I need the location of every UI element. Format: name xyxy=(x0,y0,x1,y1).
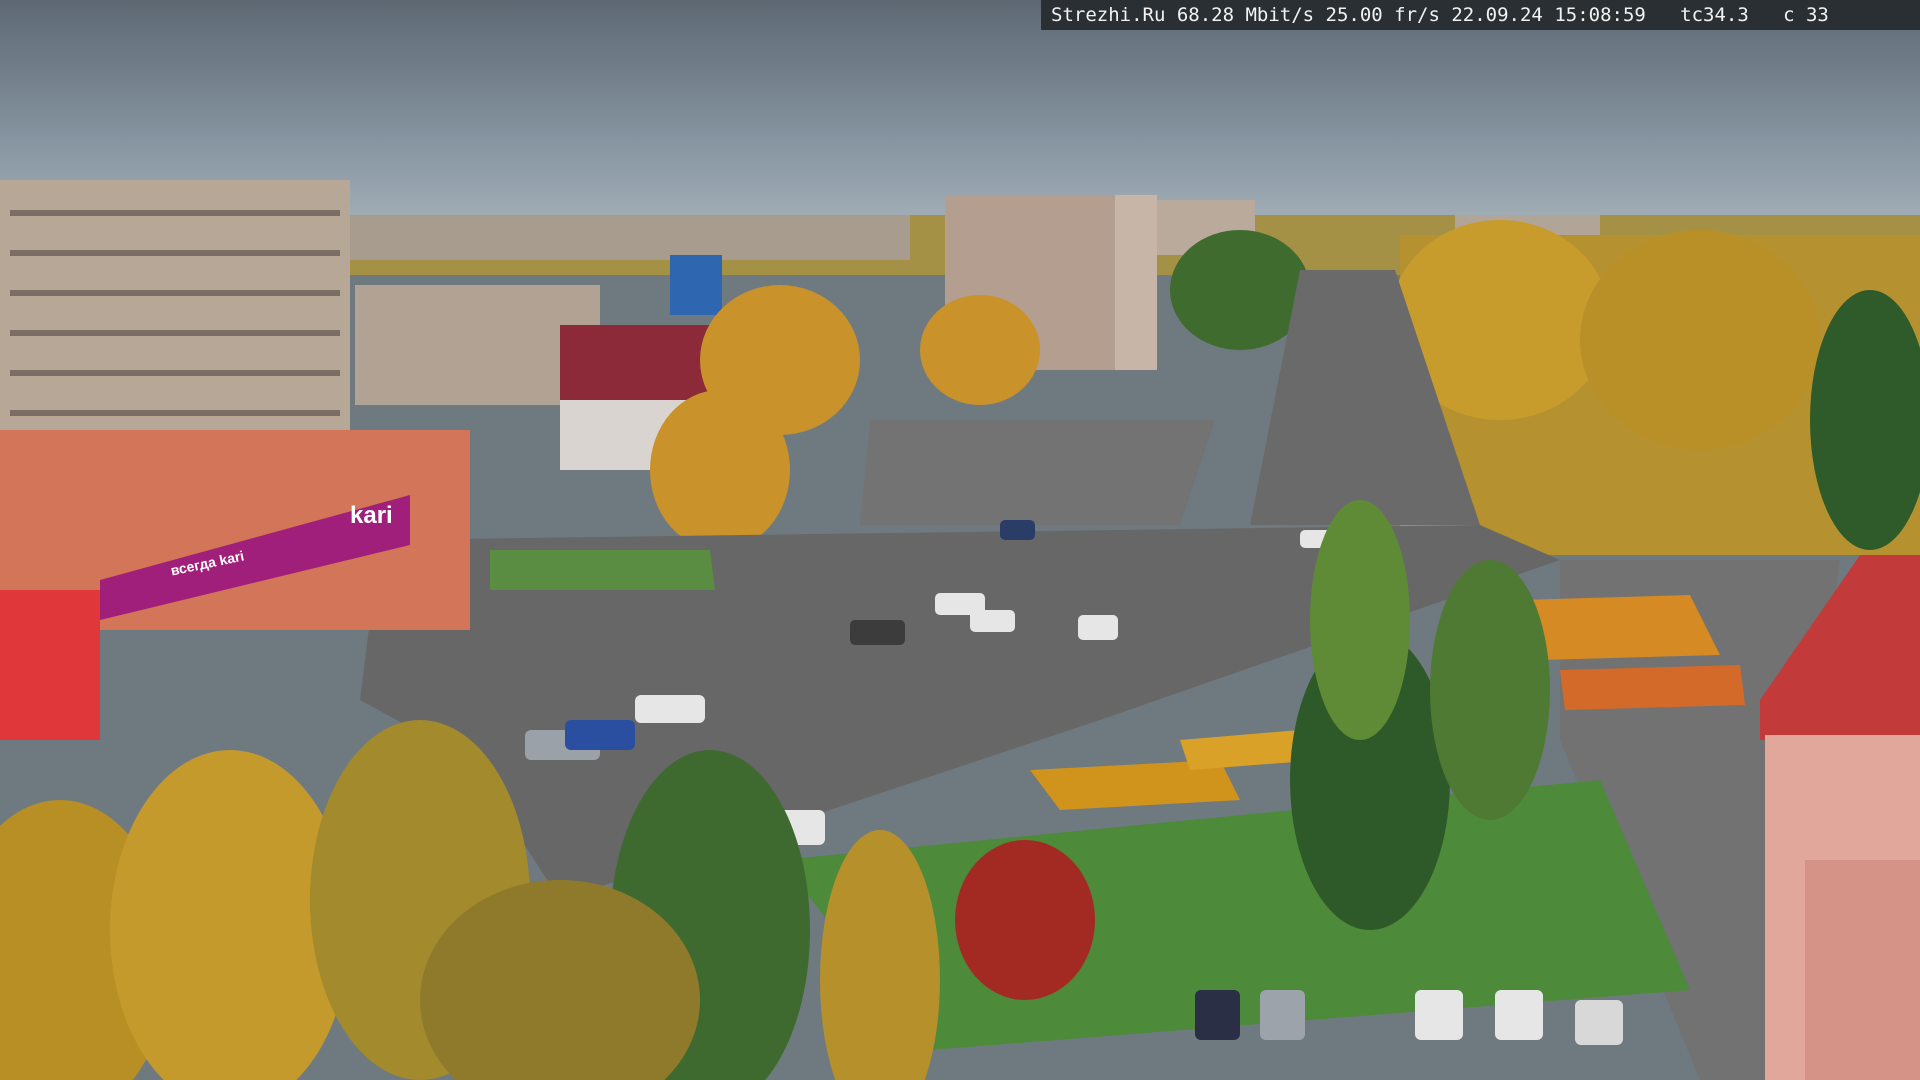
store-sign-kari: kari xyxy=(350,502,393,529)
left-lawn xyxy=(490,550,715,590)
upper-plaza xyxy=(860,420,1215,525)
flowerbed-2 xyxy=(1520,595,1720,660)
red-autumn-tree xyxy=(955,840,1095,1000)
webcam-scene xyxy=(0,0,1920,1080)
camera-info-overlay: Strezhi.Ru 68.28 Mbit/s 25.00 fr/s 22.09… xyxy=(1041,0,1920,30)
blue-roof-tower xyxy=(670,255,722,315)
flowerbed-3 xyxy=(1560,665,1745,710)
red-roof-house xyxy=(560,325,720,405)
